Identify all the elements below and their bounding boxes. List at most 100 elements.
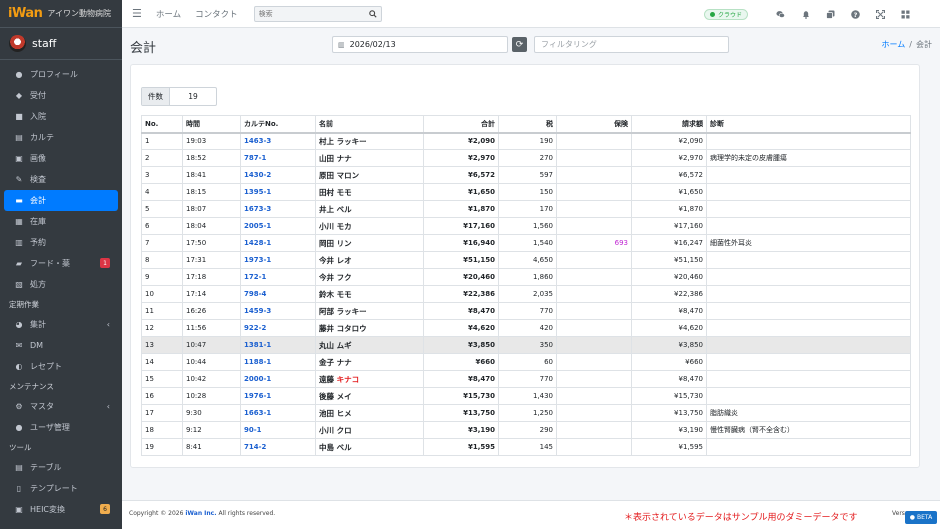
- cell-no: 11: [141, 302, 183, 320]
- table-row[interactable]: 6 18:04 2005-1 小川 モカ ¥17,160 1,560 ¥17,160: [141, 217, 911, 235]
- table-row[interactable]: 19 8:41 714-2 中島 ベル ¥1,595 145 ¥1,595: [141, 438, 911, 456]
- cell-name: 原田 マロン: [315, 166, 424, 184]
- col-header-insurance[interactable]: 保険: [556, 115, 632, 134]
- sidebar-item-images[interactable]: ▣ 画像: [0, 148, 122, 169]
- cell-karte-link[interactable]: 1395-1: [240, 183, 316, 201]
- fullscreen-icon[interactable]: [876, 9, 885, 19]
- sidebar-item-dm[interactable]: ✉ DM: [0, 335, 122, 356]
- cell-karte-link[interactable]: 1188-1: [240, 353, 316, 371]
- sidebar-item-template[interactable]: ▯ テンプレート: [0, 478, 122, 499]
- cell-karte-link[interactable]: 2005-1: [240, 217, 316, 235]
- table-row[interactable]: 15 10:42 2000-1 遠藤 キナコ ¥8,470 770 ¥8,470: [141, 370, 911, 388]
- table-row[interactable]: 12 11:56 922-2 藤井 コタロウ ¥4,620 420 ¥4,620: [141, 319, 911, 337]
- cell-karte-link[interactable]: 1663-1: [240, 404, 316, 422]
- col-header-karte[interactable]: カルテNo.: [240, 115, 316, 134]
- table-row[interactable]: 13 10:47 1381-1 丸山 ムギ ¥3,850 350 ¥3,850: [141, 336, 911, 354]
- col-header-total[interactable]: 合計: [423, 115, 499, 134]
- search-input[interactable]: [258, 9, 359, 18]
- sidebar-item-admission[interactable]: ■ 入院: [0, 106, 122, 127]
- cell-tax: 60: [498, 353, 557, 371]
- copyright-rights: All rights reserved.: [216, 510, 276, 517]
- sidebar-item-user-admin[interactable]: ● ユーザ管理: [0, 417, 122, 438]
- sidebar-item-label: 在庫: [30, 217, 46, 226]
- cell-billing: ¥22,386: [631, 285, 707, 303]
- sidebar-item-label: 処方: [30, 280, 46, 289]
- table-row[interactable]: 8 17:31 1973-1 今井 レオ ¥51,150 4,650 ¥51,150: [141, 251, 911, 269]
- sidebar-item-reception[interactable]: ◆ 受付: [0, 85, 122, 106]
- top-link-contact[interactable]: コンタクト: [195, 8, 238, 20]
- cell-tax: 150: [498, 183, 557, 201]
- sidebar-item-accounting[interactable]: ▬ 会計: [4, 190, 118, 211]
- col-header-no[interactable]: No.: [141, 115, 183, 134]
- cell-karte-link[interactable]: 1463-3: [240, 132, 316, 150]
- table-row[interactable]: 18 9:12 90-1 小川 クロ ¥3,190 290 ¥3,190 慢性腎臓病（腎不全含…: [141, 421, 911, 439]
- col-header-time[interactable]: 時間: [182, 115, 241, 134]
- cell-karte-link[interactable]: 1976-1: [240, 387, 316, 405]
- sidebar-item-profile[interactable]: ● プロフィール: [0, 64, 122, 85]
- chat-icon[interactable]: [776, 10, 785, 19]
- col-header-tax[interactable]: 税: [498, 115, 557, 134]
- breadcrumb-home[interactable]: ホーム: [882, 40, 906, 49]
- col-header-name[interactable]: 名前: [315, 115, 424, 134]
- sidebar-item-exam[interactable]: ✎ 検査: [0, 169, 122, 190]
- sidebar-item-aggregate[interactable]: ◕ 集計 ‹: [0, 314, 122, 335]
- cell-karte-link[interactable]: 1973-1: [240, 251, 316, 269]
- sidebar-item-inventory[interactable]: ▦ 在庫: [0, 211, 122, 232]
- bell-icon[interactable]: [801, 10, 810, 19]
- hamburger-menu-icon[interactable]: ☰: [132, 7, 142, 20]
- company-link[interactable]: iWan Inc.: [185, 510, 216, 517]
- cell-karte-link[interactable]: 1673-3: [240, 200, 316, 218]
- refresh-button[interactable]: ⟳: [512, 37, 527, 52]
- table-row[interactable]: 11 16:26 1459-3 阿部 ラッキー ¥8,470 770 ¥8,470: [141, 302, 911, 320]
- col-header-diagnosis[interactable]: 診断: [706, 115, 911, 134]
- copy-icon[interactable]: [826, 10, 835, 19]
- sidebar-item-heic[interactable]: ▣ HEIC変換 6: [0, 499, 122, 520]
- beta-button[interactable]: ● BETA: [905, 511, 937, 524]
- cell-no: 4: [141, 183, 183, 201]
- cell-tax: 1,250: [498, 404, 557, 422]
- sidebar-item-karte[interactable]: ▤ カルテ: [0, 127, 122, 148]
- cell-karte-link[interactable]: 172-1: [240, 268, 316, 286]
- cell-karte-link[interactable]: 714-2: [240, 438, 316, 456]
- search-icon[interactable]: [368, 9, 377, 18]
- table-row[interactable]: 4 18:15 1395-1 田村 モモ ¥1,650 150 ¥1,650: [141, 183, 911, 201]
- syringe-icon: ✎: [15, 175, 23, 184]
- table-row[interactable]: 10 17:14 798-4 鈴木 モモ ¥22,386 2,035 ¥22,386: [141, 285, 911, 303]
- cell-karte-link[interactable]: 798-4: [240, 285, 316, 303]
- table-row[interactable]: 17 9:30 1663-1 池田 ヒメ ¥13,750 1,250 ¥13,750 脂肪織炎: [141, 404, 911, 422]
- table-row[interactable]: 3 18:41 1430-2 原田 マロン ¥6,572 597 ¥6,572: [141, 166, 911, 184]
- sidebar-item-table[interactable]: ▤ テーブル: [0, 457, 122, 478]
- grid-icon[interactable]: [901, 10, 910, 19]
- help-icon[interactable]: ?: [851, 9, 860, 19]
- table-row[interactable]: 1 19:03 1463-3 村上 ラッキー ¥2,090 190 ¥2,090: [141, 132, 911, 150]
- top-link-home[interactable]: ホーム: [156, 8, 181, 20]
- cell-karte-link[interactable]: 1430-2: [240, 166, 316, 184]
- cell-karte-link[interactable]: 1428-1: [240, 234, 316, 252]
- cell-karte-link[interactable]: 90-1: [240, 421, 316, 439]
- table-row[interactable]: 7 17:50 1428-1 岡田 リン ¥16,940 1,540 693 ¥16,247 細…: [141, 234, 911, 252]
- table-row[interactable]: 14 10:44 1188-1 金子 ナナ ¥660 60 ¥660: [141, 353, 911, 371]
- cell-karte-link[interactable]: 2000-1: [240, 370, 316, 388]
- filter-input[interactable]: [534, 36, 729, 53]
- col-header-billing[interactable]: 請求額: [631, 115, 707, 134]
- sidebar-item-food[interactable]: ▰ フード・薬 1: [0, 253, 122, 274]
- sidebar-item-master[interactable]: ⚙ マスタ ‹: [0, 396, 122, 417]
- table-row[interactable]: 9 17:18 172-1 今井 フク ¥20,460 1,860 ¥20,460: [141, 268, 911, 286]
- sidebar-item-appointment[interactable]: ▥ 予約: [0, 232, 122, 253]
- table-row[interactable]: 16 10:28 1976-1 後藤 メイ ¥15,730 1,430 ¥15,730: [141, 387, 911, 405]
- sidebar-item-prescription[interactable]: ▧ 処方: [0, 274, 122, 295]
- user-panel[interactable]: staff: [0, 28, 122, 60]
- table-row[interactable]: 5 18:07 1673-3 井上 ベル ¥1,870 170 ¥1,870: [141, 200, 911, 218]
- topbar: ☰ ホーム コンタクト クラウド ?: [122, 0, 940, 28]
- cell-karte-link[interactable]: 787-1: [240, 149, 316, 167]
- patient-name: 金子 ナナ: [319, 357, 352, 367]
- cell-karte-link[interactable]: 922-2: [240, 319, 316, 337]
- cell-no: 7: [141, 234, 183, 252]
- sidebar-item-receipt[interactable]: ◐ レセプト: [0, 356, 122, 377]
- cell-karte-link[interactable]: 1459-3: [240, 302, 316, 320]
- brand[interactable]: iWan アイワン動物病院: [0, 0, 122, 28]
- cell-karte-link[interactable]: 1381-1: [240, 336, 316, 354]
- table-row[interactable]: 2 18:52 787-1 山田 ナナ ¥2,970 270 ¥2,970 病理学的未定の皮膚…: [141, 149, 911, 167]
- date-picker[interactable]: ▥ 2026/02/13: [332, 36, 508, 53]
- cell-insurance: [556, 319, 632, 337]
